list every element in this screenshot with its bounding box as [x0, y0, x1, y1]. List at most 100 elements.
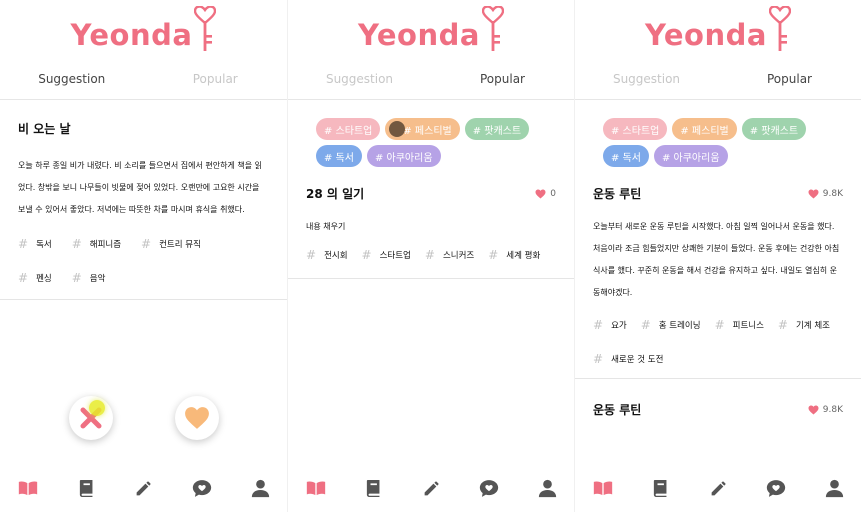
chat-heart-icon — [479, 479, 499, 498]
tag-item[interactable]: # 새로운 것 도전 — [593, 342, 663, 376]
tab-popular[interactable]: Popular — [718, 58, 861, 99]
post-card[interactable]: 운동 루틴 9.8K 오늘부터 새로운 운동 루틴을 시작했다. 아침 일찍 일… — [575, 167, 861, 376]
dislike-button[interactable] — [68, 396, 113, 440]
nav-profile[interactable] — [250, 478, 270, 498]
open-book-icon — [18, 480, 38, 497]
tag-item[interactable]: # 스니커즈 — [425, 238, 474, 272]
chip-reading[interactable]: # 독서 — [603, 145, 649, 167]
hash-icon: # — [71, 271, 82, 285]
chip-podcast[interactable]: # 팟캐스트 — [464, 118, 530, 140]
tag-item[interactable]: # 스타트업 — [362, 238, 411, 272]
tag-item[interactable]: # 컨트리 뮤직 — [141, 227, 201, 261]
tag-item[interactable]: # 기계 체조 — [778, 308, 830, 342]
logo-text: Yeonda — [358, 18, 480, 52]
book-icon — [652, 479, 669, 498]
like-button[interactable] — [174, 396, 219, 440]
post-tags: # 요가 # 홈 트레이닝 # 피트니스 # 기계 체조 # 새로운 것 도전 — [593, 308, 843, 376]
like-value: 9.8K — [822, 188, 843, 199]
category-chips: # 스타트업 # 페스티벌 # 팟캐스트 # 독서 # 아쿠아리움 — [575, 100, 861, 167]
divider — [0, 299, 287, 300]
like-count[interactable]: 0 — [535, 189, 556, 199]
hash-icon: # — [488, 248, 499, 262]
hash-icon: # — [141, 237, 152, 251]
chip-festival[interactable]: # 페스티벌 — [385, 118, 460, 140]
nav-feed[interactable] — [306, 478, 326, 498]
post-card[interactable]: 28 의 일기 0 내용 채우기 # 전시회 # 스타트업 # 스니커즈 # 세계 평화 — [288, 167, 574, 272]
person-icon — [251, 479, 270, 498]
like-count[interactable]: 9.8K — [808, 405, 843, 415]
chip-podcast[interactable]: # 팟캐스트 — [741, 118, 807, 140]
tag-label: 새로운 것 도전 — [611, 355, 664, 365]
open-book-icon — [306, 480, 326, 497]
hash-icon: # — [593, 318, 604, 332]
tag-item[interactable]: # 펜싱 — [18, 261, 52, 295]
post-body: 오늘부터 새로운 운동 루틴을 시작했다. 아침 일찍 일어나서 운동을 했다.… — [593, 222, 840, 297]
nav-profile[interactable] — [537, 478, 557, 498]
tag-label: 스니커즈 — [442, 251, 475, 261]
tab-suggestion[interactable]: Suggestion — [288, 58, 431, 99]
tag-item[interactable]: # 피트니스 — [715, 308, 764, 342]
tag-label: 전시회 — [324, 251, 348, 261]
nav-write[interactable] — [134, 478, 154, 498]
tag-item[interactable]: # 독서 — [18, 227, 52, 261]
person-icon — [538, 479, 557, 498]
feed-tabs: Suggestion Popular — [0, 58, 287, 100]
tab-suggestion[interactable]: Suggestion — [575, 58, 718, 99]
heart-key-icon — [194, 6, 216, 52]
chip-aquarium[interactable]: # 아쿠아리움 — [653, 145, 728, 167]
person-icon — [825, 479, 844, 498]
chip-aquarium[interactable]: # 아쿠아리움 — [366, 145, 441, 167]
feed-tabs: Suggestion Popular — [288, 58, 574, 100]
post-card[interactable]: 비 오는 날 오늘 하루 종일 비가 내렸다. 비 소리를 들으면서 집에서 편… — [0, 100, 287, 295]
chip-festival[interactable]: # 페스티벌 — [672, 118, 737, 140]
nav-diary[interactable] — [651, 478, 671, 498]
hash-icon: # — [306, 248, 317, 262]
tag-item[interactable]: # 홈 트레이닝 — [641, 308, 701, 342]
nav-diary[interactable] — [364, 478, 384, 498]
post-title: 28 의 일기 — [306, 187, 365, 201]
bottom-nav — [575, 468, 861, 512]
post-body: 내용 채우기 — [306, 222, 346, 231]
nav-diary[interactable] — [76, 478, 96, 498]
nav-profile[interactable] — [824, 478, 844, 498]
nav-chat[interactable] — [192, 478, 212, 498]
post-title: 운동 루틴 — [593, 187, 642, 201]
tab-popular[interactable]: Popular — [144, 58, 288, 99]
tag-item[interactable]: # 요가 — [593, 308, 627, 342]
tab-popular[interactable]: Popular — [431, 58, 574, 99]
nav-write[interactable] — [422, 478, 442, 498]
hash-icon: # — [18, 237, 29, 251]
screens-row: Yeonda Suggestion Popular 비 오는 날 오늘 하루 종… — [0, 0, 861, 512]
chip-startup[interactable]: # 스타트업 — [603, 118, 668, 140]
heart-icon — [808, 189, 819, 199]
chip-label: # 페스티벌 — [403, 125, 452, 137]
tag-item[interactable]: # 해피니즘 — [72, 227, 121, 261]
heart-icon — [535, 189, 546, 199]
book-icon — [365, 479, 382, 498]
tag-item[interactable]: # 세계 평화 — [488, 238, 540, 272]
screen-popular-a: Yeonda Suggestion Popular # 스타트업 # 페스티벌 … — [287, 0, 574, 512]
hash-icon: # — [71, 237, 82, 251]
tag-item[interactable]: # 음악 — [72, 261, 106, 295]
nav-feed[interactable] — [18, 478, 38, 498]
like-count[interactable]: 9.8K — [808, 189, 843, 199]
open-book-icon — [593, 480, 613, 497]
nav-chat[interactable] — [479, 478, 499, 498]
nav-chat[interactable] — [766, 478, 786, 498]
chip-startup[interactable]: # 스타트업 — [316, 118, 381, 140]
feed-tabs: Suggestion Popular — [575, 58, 861, 100]
pencil-icon — [135, 479, 153, 497]
tag-label: 홈 트레이닝 — [658, 321, 701, 331]
nav-write[interactable] — [709, 478, 729, 498]
app-logo: Yeonda — [0, 0, 287, 58]
chip-reading[interactable]: # 독서 — [316, 145, 362, 167]
tab-suggestion[interactable]: Suggestion — [0, 58, 144, 99]
like-value: 9.8K — [822, 404, 843, 415]
post-card[interactable]: 운동 루틴 9.8K — [575, 379, 861, 418]
post-title: 운동 루틴 — [593, 403, 642, 417]
tag-item[interactable]: # 전시회 — [306, 238, 348, 272]
tag-label: 피트니스 — [732, 321, 764, 331]
screen-popular-b: Yeonda Suggestion Popular # 스타트업 # 페스티벌 … — [574, 0, 861, 512]
nav-feed[interactable] — [593, 478, 613, 498]
bottom-nav — [0, 478, 287, 498]
